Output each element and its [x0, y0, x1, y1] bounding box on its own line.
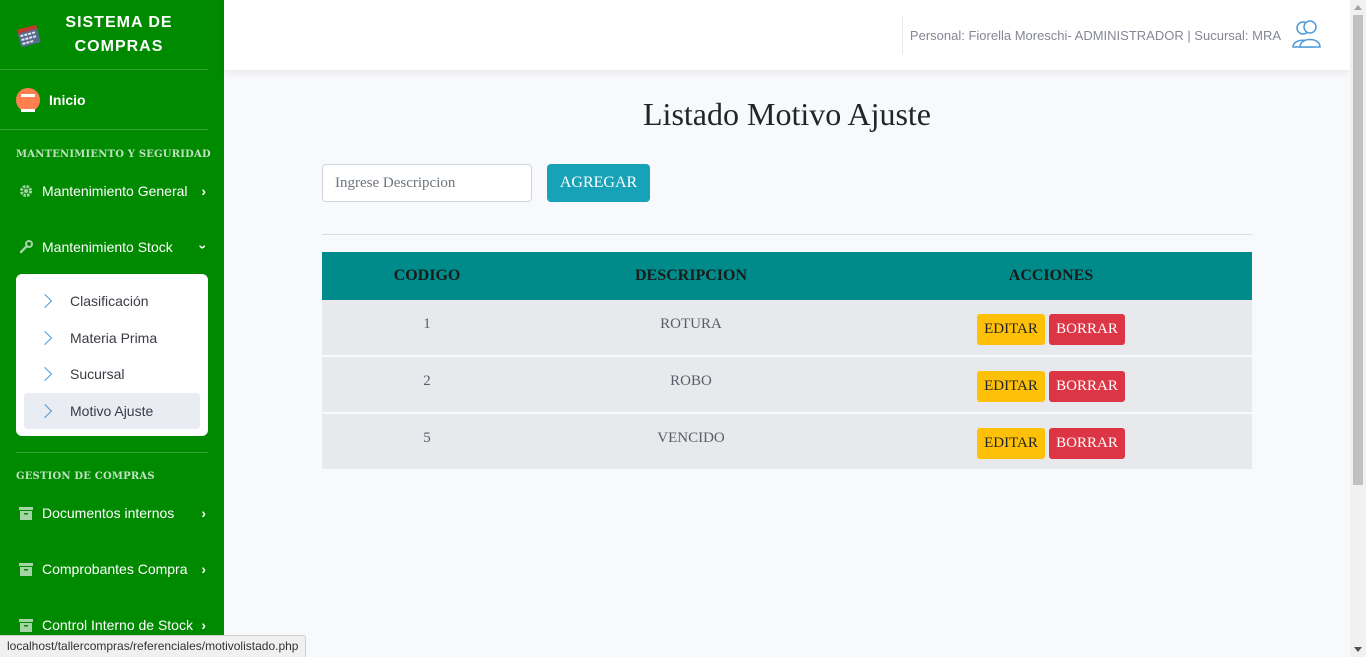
cell-codigo: 5	[423, 430, 431, 446]
cell-descripcion: VENCIDO	[657, 430, 725, 446]
topbar-divider	[902, 16, 903, 54]
scroll-down-arrow-icon[interactable]	[1354, 647, 1362, 652]
table-row: 1 ROTURA EDITAR BORRAR	[322, 300, 1252, 357]
archive-icon	[18, 505, 34, 521]
delete-button[interactable]: BORRAR	[1049, 314, 1125, 345]
chevron-right-icon: ›	[201, 617, 206, 633]
page-title: Listado Motivo Ajuste	[643, 96, 931, 132]
sidebar: SISTEMA DE COMPRAS Inicio MANTENIMIENTO …	[0, 0, 224, 657]
sidebar-divider	[16, 452, 208, 453]
chevron-right-icon: ›	[201, 505, 206, 521]
users-avatar-icon[interactable]	[1292, 19, 1322, 51]
archive-icon	[18, 561, 34, 577]
nav-documentos-internos[interactable]: Documentos internos ›	[0, 485, 224, 541]
cell-descripcion: ROBO	[670, 373, 712, 389]
section-mantenimiento-seguridad: MANTENIMIENTO Y SEGURIDAD	[16, 149, 211, 160]
submenu-item-label: Materia Prima	[70, 329, 158, 346]
chevron-right-icon: ›	[201, 561, 206, 577]
cell-acciones: EDITAR BORRAR	[850, 300, 1252, 355]
archive-icon	[18, 617, 34, 633]
edit-button[interactable]: EDITAR	[977, 428, 1045, 459]
nav-mantenimiento-stock-label: Mantenimiento Stock	[42, 239, 173, 255]
add-button[interactable]: AGREGAR	[547, 164, 650, 202]
user-info[interactable]: Personal: Fiorella Moreschi- ADMINISTRAD…	[910, 28, 1281, 43]
cell-descripcion: ROTURA	[660, 316, 722, 332]
topbar: Personal: Fiorella Moreschi- ADMINISTRAD…	[224, 0, 1350, 70]
wrench-icon	[18, 239, 34, 255]
submenu-item-materia-prima[interactable]: Materia Prima	[24, 320, 200, 357]
gear-icon	[18, 183, 34, 199]
nav-control-interno-stock-label: Control Interno de Stock	[42, 617, 193, 633]
nav-inicio-label: Inicio	[49, 91, 86, 108]
chevron-right-icon: ›	[201, 183, 206, 199]
brand-title-line2: COMPRAS	[74, 37, 164, 55]
submenu-item-label: Motivo Ajuste	[70, 402, 154, 419]
header-codigo: CODIGO	[393, 267, 461, 284]
scroll-up-arrow-icon[interactable]	[1354, 5, 1362, 10]
chevron-down-icon: ›	[195, 244, 212, 250]
chevron-right-icon	[37, 403, 53, 418]
table-row: 2 ROBO EDITAR BORRAR	[322, 357, 1252, 414]
delete-button[interactable]: BORRAR	[1049, 428, 1125, 459]
submenu-mantenimiento-stock: Clasificación Materia Prima Sucursal Mot…	[16, 274, 208, 436]
nav-inicio[interactable]: Inicio	[0, 70, 208, 130]
cell-codigo: 1	[423, 316, 431, 332]
header-acciones: ACCIONES	[1008, 267, 1094, 284]
scroll-thumb[interactable]	[1353, 15, 1363, 485]
header-descripcion: DESCRIPCION	[634, 267, 747, 284]
submenu-item-label: Sucursal	[70, 366, 125, 383]
nav-mantenimiento-general[interactable]: Mantenimiento General ›	[0, 163, 224, 219]
submenu-item-label: Clasificación	[70, 293, 149, 310]
brand[interactable]: SISTEMA DE COMPRAS	[0, 0, 208, 70]
cell-acciones: EDITAR BORRAR	[850, 414, 1252, 469]
edit-button[interactable]: EDITAR	[977, 371, 1045, 402]
chevron-right-icon	[37, 294, 53, 309]
search-input[interactable]	[322, 164, 532, 202]
calendar-logo-icon	[16, 24, 41, 47]
content-divider	[322, 234, 1252, 235]
brand-title-line1: SISTEMA DE	[65, 13, 173, 31]
chevron-right-icon	[37, 330, 53, 345]
chevron-right-icon	[37, 367, 53, 382]
nav-mantenimiento-stock[interactable]: Mantenimiento Stock ›	[0, 219, 224, 275]
nav-comprobantes-compra[interactable]: Comprobantes Compra ›	[0, 541, 224, 597]
vertical-scrollbar[interactable]	[1350, 0, 1366, 657]
status-url-tooltip: localhost/tallercompras/referenciales/mo…	[0, 635, 307, 657]
cell-acciones: EDITAR BORRAR	[850, 357, 1252, 412]
edit-button[interactable]: EDITAR	[977, 314, 1045, 345]
submenu-item-motivo-ajuste[interactable]: Motivo Ajuste	[24, 392, 200, 429]
section-gestion-compras: GESTION DE COMPRAS	[16, 471, 155, 482]
cell-codigo: 2	[423, 373, 431, 389]
nav-documentos-internos-label: Documentos internos	[42, 505, 175, 521]
brand-title: SISTEMA DE COMPRAS	[64, 11, 174, 59]
table-row: 5 VENCIDO EDITAR BORRAR	[322, 414, 1252, 469]
nav-mantenimiento-general-label: Mantenimiento General	[42, 183, 188, 199]
submenu-item-sucursal[interactable]: Sucursal	[24, 356, 200, 393]
delete-button[interactable]: BORRAR	[1049, 371, 1125, 402]
motivos-table: CODIGO DESCRIPCION ACCIONES 1 ROTURA EDI…	[322, 252, 1252, 469]
submenu-item-clasificacion[interactable]: Clasificación	[24, 283, 200, 320]
nav-comprobantes-compra-label: Comprobantes Compra	[42, 561, 188, 577]
table-header: CODIGO DESCRIPCION ACCIONES	[322, 252, 1252, 300]
home-list-icon	[16, 87, 40, 112]
